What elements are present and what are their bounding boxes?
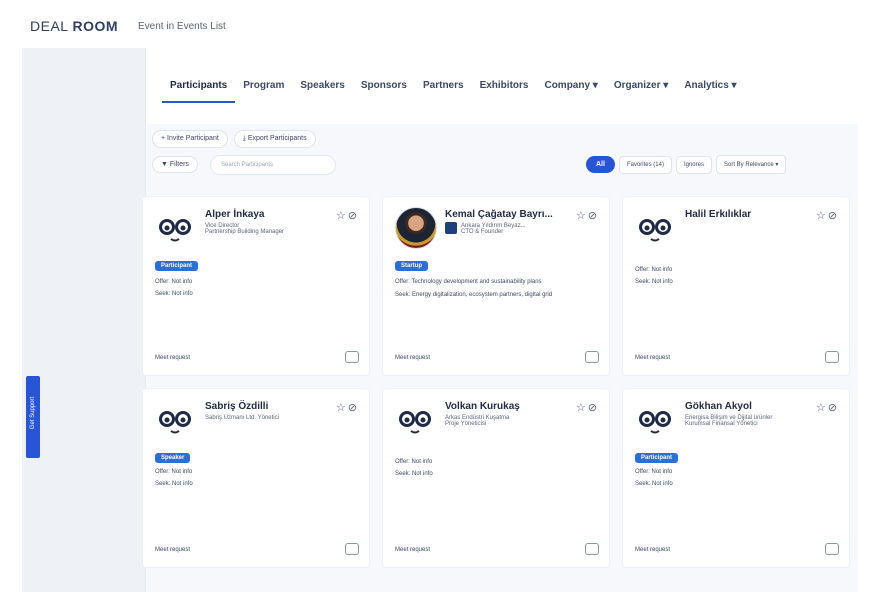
meet-request-link[interactable]: Meet request bbox=[155, 547, 190, 553]
chat-icon[interactable] bbox=[825, 543, 839, 555]
export-participants-button[interactable]: ⤓ Export Participants bbox=[233, 130, 316, 148]
chat-icon[interactable] bbox=[585, 543, 599, 555]
participant-card[interactable]: Sabriş Özdilli Sabriş Uzmanı Ltd. Yöneti… bbox=[142, 388, 370, 568]
tab-exhibitors[interactable]: Exhibitors bbox=[472, 76, 537, 103]
participant-role: Sabriş Uzmanı Ltd. Yönetici bbox=[205, 415, 279, 421]
status-badge: Startup bbox=[395, 261, 428, 271]
chat-icon[interactable] bbox=[345, 351, 359, 363]
participant-card[interactable]: Volkan Kurukaş Arkas Endüstri Kuşatma Pr… bbox=[382, 388, 610, 568]
segment-all[interactable]: All bbox=[586, 156, 615, 173]
chat-icon[interactable] bbox=[825, 351, 839, 363]
tab-partners[interactable]: Partners bbox=[415, 76, 472, 103]
participant-card[interactable]: Halil Erkılıklar ☆⊘ Offer: Not info Seek… bbox=[622, 196, 850, 376]
tab-company[interactable]: Company ▾ bbox=[536, 76, 605, 103]
participant-card[interactable]: Gökhan Akyol Energisa Bilişim ve Dijital… bbox=[622, 388, 850, 568]
meet-request-link[interactable]: Meet request bbox=[395, 547, 430, 553]
participant-subrole: Partnership Building Manager bbox=[205, 229, 285, 235]
offer-field: Offer: Not info bbox=[395, 459, 433, 465]
segment-favorites[interactable]: Favorites (14) bbox=[618, 155, 672, 174]
participant-name[interactable]: Alper İnkaya bbox=[205, 209, 264, 220]
avatar-icon bbox=[159, 411, 191, 434]
tab-organizer[interactable]: Organizer ▾ bbox=[606, 76, 676, 103]
segment-ignores[interactable]: Ignores bbox=[675, 155, 712, 174]
participant-name[interactable]: Gökhan Akyol bbox=[685, 401, 752, 412]
participant-cards: Alper İnkaya Vice Director Partnership B… bbox=[142, 196, 856, 592]
participant-name[interactable]: Sabriş Özdilli bbox=[205, 401, 268, 412]
star-hide-icons[interactable]: ☆⊘ bbox=[336, 401, 359, 414]
top-bar: DEAL ROOM Event in Events List bbox=[0, 0, 882, 48]
avatar-icon bbox=[639, 411, 671, 434]
status-badge: Participant bbox=[635, 453, 679, 463]
profile-photo bbox=[395, 207, 437, 249]
star-hide-icons[interactable]: ☆⊘ bbox=[816, 401, 839, 414]
company-logo-icon bbox=[445, 222, 457, 234]
seek-field: Seek: Not info bbox=[395, 471, 433, 477]
participant-card[interactable]: Alper İnkaya Vice Director Partnership B… bbox=[142, 196, 370, 376]
search-input[interactable]: Search Participants bbox=[210, 155, 336, 175]
tab-participants[interactable]: Participants bbox=[162, 76, 236, 103]
dealroom-logo[interactable]: DEAL ROOM bbox=[30, 18, 118, 34]
status-badge: Speaker bbox=[155, 453, 191, 463]
filters-row: ▼ Filters Search Participants All Favori… bbox=[152, 154, 852, 176]
avatar-icon bbox=[399, 411, 431, 434]
participant-actions: + Invite Participant ⤓ Export Participan… bbox=[152, 130, 316, 148]
participant-subrole: Proje Yöneticisi bbox=[445, 421, 487, 427]
participant-name[interactable]: Halil Erkılıklar bbox=[685, 209, 751, 220]
star-hide-icons[interactable]: ☆⊘ bbox=[576, 401, 599, 414]
invite-participant-button[interactable]: + Invite Participant bbox=[152, 130, 228, 148]
seek-field: Seek: Energy digitalization, ecosystem p… bbox=[395, 292, 553, 298]
tab-speakers[interactable]: Speakers bbox=[292, 76, 352, 103]
seek-field: Seek: Not info bbox=[155, 291, 193, 297]
get-support-tab[interactable]: Get Support bbox=[26, 376, 40, 458]
participant-title: CTO & Founder bbox=[461, 229, 504, 235]
offer-field: Offer: Technology development and sustai… bbox=[395, 279, 542, 285]
seek-field: Seek: Not info bbox=[155, 481, 193, 487]
view-segment: All Favorites (14) Ignores Sort By Relev… bbox=[586, 155, 787, 174]
right-gutter bbox=[858, 48, 882, 592]
sort-dropdown[interactable]: Sort By Relevance ▾ bbox=[715, 155, 787, 174]
offer-field: Offer: Not info bbox=[155, 279, 193, 285]
participant-card[interactable]: Kemal Çağatay Bayrı... Ankara Yıldırım B… bbox=[382, 196, 610, 376]
seek-field: Seek: Not info bbox=[635, 279, 673, 285]
star-hide-icons[interactable]: ☆⊘ bbox=[576, 209, 599, 222]
participant-name[interactable]: Kemal Çağatay Bayrı... bbox=[445, 209, 553, 220]
left-column bbox=[22, 48, 146, 592]
meet-request-link[interactable]: Meet request bbox=[395, 355, 430, 361]
tab-program[interactable]: Program bbox=[235, 76, 292, 103]
main-nav: Participants Program Speakers Sponsors P… bbox=[146, 48, 858, 124]
avatar-icon bbox=[159, 219, 191, 242]
status-badge: Participant bbox=[155, 261, 199, 271]
chat-icon[interactable] bbox=[345, 543, 359, 555]
offer-field: Offer: Not info bbox=[635, 469, 673, 475]
filters-button[interactable]: ▼ Filters bbox=[152, 156, 198, 173]
participant-name[interactable]: Volkan Kurukaş bbox=[445, 401, 520, 412]
tab-sponsors[interactable]: Sponsors bbox=[353, 76, 415, 103]
seek-field: Seek: Not info bbox=[635, 481, 673, 487]
logo-bold: ROOM bbox=[72, 18, 119, 34]
event-title[interactable]: Event in Events List bbox=[138, 21, 226, 32]
tab-analytics[interactable]: Analytics ▾ bbox=[676, 76, 744, 103]
meet-request-link[interactable]: Meet request bbox=[635, 547, 670, 553]
get-support-label: Get Support bbox=[30, 396, 36, 430]
offer-field: Offer: Not info bbox=[635, 267, 673, 273]
meet-request-link[interactable]: Meet request bbox=[155, 355, 190, 361]
star-hide-icons[interactable]: ☆⊘ bbox=[336, 209, 359, 222]
avatar-icon bbox=[639, 219, 671, 242]
chat-icon[interactable] bbox=[585, 351, 599, 363]
offer-field: Offer: Not info bbox=[155, 469, 193, 475]
nav-tabs: Participants Program Speakers Sponsors P… bbox=[162, 76, 745, 103]
meet-request-link[interactable]: Meet request bbox=[635, 355, 670, 361]
logo-prefix: DEAL bbox=[30, 18, 73, 34]
participant-subrole: Kurumsal Finansal Yönetici bbox=[685, 421, 758, 427]
star-hide-icons[interactable]: ☆⊘ bbox=[816, 209, 839, 222]
